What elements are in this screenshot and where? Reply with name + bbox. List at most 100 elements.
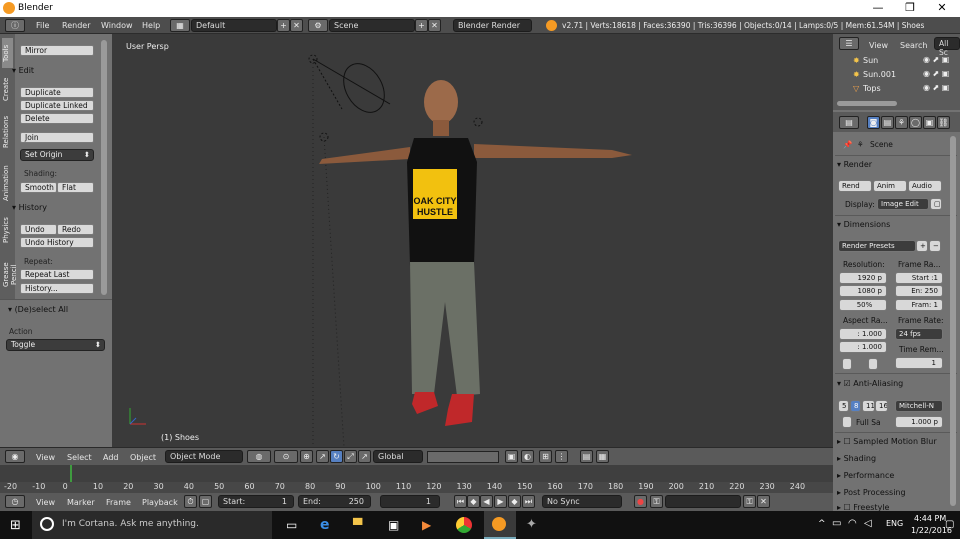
aa-5-button[interactable]: 5 [838, 400, 849, 412]
visibility-eye-icon[interactable]: ◉ ⬈ ▣ [923, 69, 949, 78]
smooth-button[interactable]: Smooth [20, 182, 57, 193]
keying-set-field[interactable] [665, 495, 741, 508]
tab-relations[interactable]: Relations [2, 110, 13, 154]
edge-icon[interactable]: e [320, 517, 330, 533]
rotate-icon[interactable]: ↻ [330, 450, 343, 463]
duplicate-button[interactable]: Duplicate [20, 87, 94, 98]
flat-button[interactable]: Flat [57, 182, 94, 193]
outliner-item-sun[interactable]: ✸ Sun ◉ ⬈ ▣ [837, 54, 955, 67]
aspect-y-field[interactable]: : 1.000 [839, 341, 887, 353]
render-tab-icon[interactable]: ◙ [867, 116, 880, 129]
current-frame-marker[interactable] [70, 465, 72, 482]
chrome-icon[interactable] [456, 517, 472, 533]
aa-8-button[interactable]: 8 [850, 400, 861, 412]
lock-range-icon[interactable]: ▢ [199, 495, 212, 508]
menu-view[interactable]: View [36, 453, 55, 462]
outliner-scrollbar[interactable] [837, 101, 897, 106]
menu-select[interactable]: Select [67, 453, 92, 462]
menu-render[interactable]: Render [62, 21, 90, 30]
manipulator-icon[interactable]: ⊕ [300, 450, 313, 463]
outliner-item-tops[interactable]: ▽ Tops ◉ ⬈ ▣ [837, 82, 955, 95]
media-player-icon[interactable]: ▶ [422, 518, 431, 532]
scene-field[interactable]: Scene [329, 19, 415, 32]
wifi-icon[interactable]: ◠ [848, 518, 857, 529]
undo-history-button[interactable]: Undo History [20, 237, 94, 248]
undo-button[interactable]: Undo [20, 224, 57, 235]
frame-end-field[interactable]: En: 250 [895, 285, 943, 297]
3d-viewport[interactable]: User Persp OAK CITY HUSTLE (1) Shoes [112, 34, 833, 447]
blender-taskbar-icon[interactable] [484, 511, 516, 539]
anim-button[interactable]: Anim [873, 180, 907, 192]
language-indicator[interactable]: ENG [886, 519, 903, 528]
shading-panel-header[interactable]: ▸ Shading [837, 454, 876, 463]
aa-filter-dropdown[interactable]: Mitchell-N [895, 400, 943, 412]
snap-icon[interactable]: ⊞ [539, 450, 552, 463]
jump-start-icon[interactable]: ⏮ [454, 495, 467, 508]
minimize-button[interactable]: — [863, 1, 893, 14]
store-icon[interactable]: ▣ [388, 518, 399, 532]
join-button[interactable]: Join [20, 132, 94, 143]
menu-help[interactable]: Help [142, 21, 160, 30]
editor-type-outliner-icon[interactable]: ☰ [839, 37, 859, 50]
tab-grease-pencil[interactable]: Grease Pencil [2, 252, 18, 298]
render-presets-dropdown[interactable]: Render Presets [838, 240, 916, 252]
timeline-track[interactable] [0, 465, 833, 482]
start-frame-field[interactable]: Start: 1 [218, 495, 294, 508]
border-checkbox[interactable] [842, 358, 852, 370]
current-frame-field[interactable]: 1 [380, 495, 440, 508]
scene-icon[interactable]: ⚙ [308, 19, 328, 32]
history-button[interactable]: History... [20, 283, 94, 294]
clock-time[interactable]: 4:44 PM [914, 514, 946, 523]
visibility-eye-icon[interactable]: ◉ ⬈ ▣ [923, 55, 949, 64]
tab-create[interactable]: Create [2, 72, 13, 106]
world-tab-icon[interactable]: ◯ [909, 116, 922, 129]
pivot-point-icon[interactable]: ⊙ [274, 450, 298, 463]
redo-button[interactable]: Redo [57, 224, 94, 235]
prev-keyframe-icon[interactable]: ◆ [467, 495, 480, 508]
tab-animation[interactable]: Animation [2, 158, 13, 208]
frame-start-field[interactable]: Start :1 [895, 272, 943, 284]
aa-11-button[interactable]: 11 [862, 400, 875, 412]
maximize-button[interactable]: ❐ [895, 1, 925, 14]
task-view-icon[interactable]: ▭ [286, 518, 297, 532]
jump-end-icon[interactable]: ⏭ [522, 495, 535, 508]
outliner-menu-view[interactable]: View [869, 41, 888, 50]
notifications-icon[interactable]: ▢ [945, 519, 954, 530]
repeat-last-button[interactable]: Repeat Last [20, 269, 94, 280]
layout-icon[interactable]: ▦ [170, 19, 190, 32]
set-origin-dropdown[interactable]: Set Origin ⬍ [20, 149, 94, 161]
aa-16-button[interactable]: 16 [875, 400, 888, 412]
file-explorer-icon[interactable]: ▀ [353, 518, 362, 532]
resolution-percent-field[interactable]: 50% [839, 299, 887, 311]
properties-scrollbar[interactable] [950, 136, 956, 506]
windows-start-icon[interactable]: ⊞ [10, 518, 21, 533]
close-button[interactable]: ✕ [927, 1, 957, 14]
editor-type-icon[interactable]: ⓘ [5, 19, 25, 32]
cortana-search[interactable]: I'm Cortana. Ask me anything. [32, 511, 272, 539]
scale-icon[interactable]: ⤢ [344, 450, 357, 463]
time-remap-field[interactable]: 1 [895, 357, 943, 369]
scene-tab-icon[interactable]: ⚘ [895, 116, 908, 129]
timeline[interactable]: -20 -10 0 10 20 30 40 50 60 70 80 90 100 110 120 130 140… [0, 465, 833, 493]
menu-window[interactable]: Window [101, 21, 133, 30]
play-reverse-icon[interactable]: ◀ [480, 495, 493, 508]
delete-button[interactable]: Delete [20, 113, 94, 124]
resolution-y-field[interactable]: 1080 p [839, 285, 887, 297]
render-button[interactable]: Rend [838, 180, 872, 192]
preset-remove-icon[interactable]: − [929, 240, 941, 252]
aspect-x-field[interactable]: : 1.000 [839, 328, 887, 340]
menu-frame[interactable]: Frame [106, 498, 131, 507]
outliner-display-mode[interactable]: All Sc [934, 37, 960, 57]
insert-keyframe-icon[interactable]: ⚿ [743, 495, 756, 508]
layers-tab-icon[interactable]: ▤ [881, 116, 894, 129]
menu-marker[interactable]: Marker [67, 498, 95, 507]
render-engine-dropdown[interactable]: Blender Render [453, 19, 532, 32]
end-frame-field[interactable]: End: 250 [298, 495, 371, 508]
tray-chevron-icon[interactable]: ^ [818, 519, 826, 529]
preview-range-icon[interactable]: ⏱ [184, 495, 197, 508]
edit-panel-header[interactable]: ▾ Edit [12, 66, 34, 75]
outliner-menu-search[interactable]: Search [900, 41, 927, 50]
preset-add-icon[interactable]: + [916, 240, 928, 252]
performance-panel-header[interactable]: ▸ Performance [837, 471, 894, 480]
render-panel-header[interactable]: ▾ Render [837, 160, 872, 169]
